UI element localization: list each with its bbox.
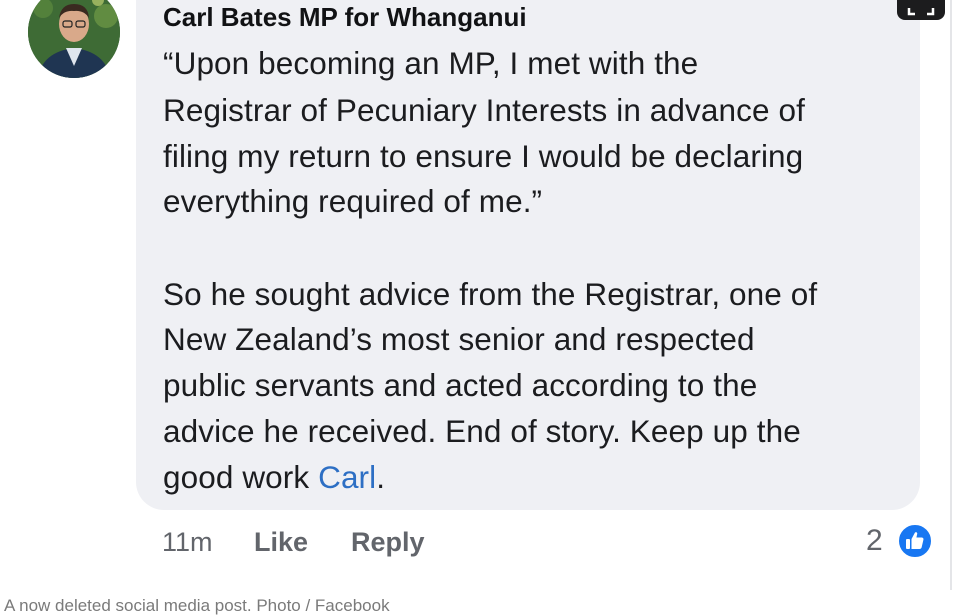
thumbs-up-icon: [897, 523, 933, 559]
comment-text-line: advice he received. End of story. Keep u…: [163, 413, 801, 449]
comment-timestamp[interactable]: 11m: [162, 527, 213, 558]
image-caption: A now deleted social media post. Photo /…: [4, 596, 390, 615]
comment-text-fragment: .: [376, 459, 386, 495]
mention-link[interactable]: Carl: [318, 459, 376, 495]
comment-text-fragment: good work: [163, 459, 319, 495]
comment-text-line: “Upon becoming an MP, I met with the: [163, 45, 699, 81]
comment-text-line: New Zealand’s most senior and respected: [163, 321, 755, 357]
expand-icon: [907, 8, 935, 16]
comment-text-line: filing my return to ensure I would be de…: [163, 138, 804, 174]
comment-text-line: public servants and acted according to t…: [163, 367, 758, 403]
expand-button[interactable]: [897, 0, 945, 20]
reaction-count[interactable]: 2: [866, 524, 883, 558]
comment-text-line: everything required of me.”: [163, 183, 543, 219]
comment-text-line: Registrar of Pecuniary Interests in adva…: [163, 92, 805, 128]
reaction-badge[interactable]: [896, 522, 934, 560]
right-edge-border: [950, 0, 952, 590]
like-button[interactable]: Like: [254, 527, 308, 558]
comment-author[interactable]: Carl Bates MP for Whanganui: [163, 2, 527, 33]
comment-text-line: So he sought advice from the Registrar, …: [163, 276, 818, 312]
avatar[interactable]: [28, 0, 120, 78]
reply-button[interactable]: Reply: [351, 527, 425, 558]
comment-text-last-line: good work Carl.: [163, 459, 385, 496]
